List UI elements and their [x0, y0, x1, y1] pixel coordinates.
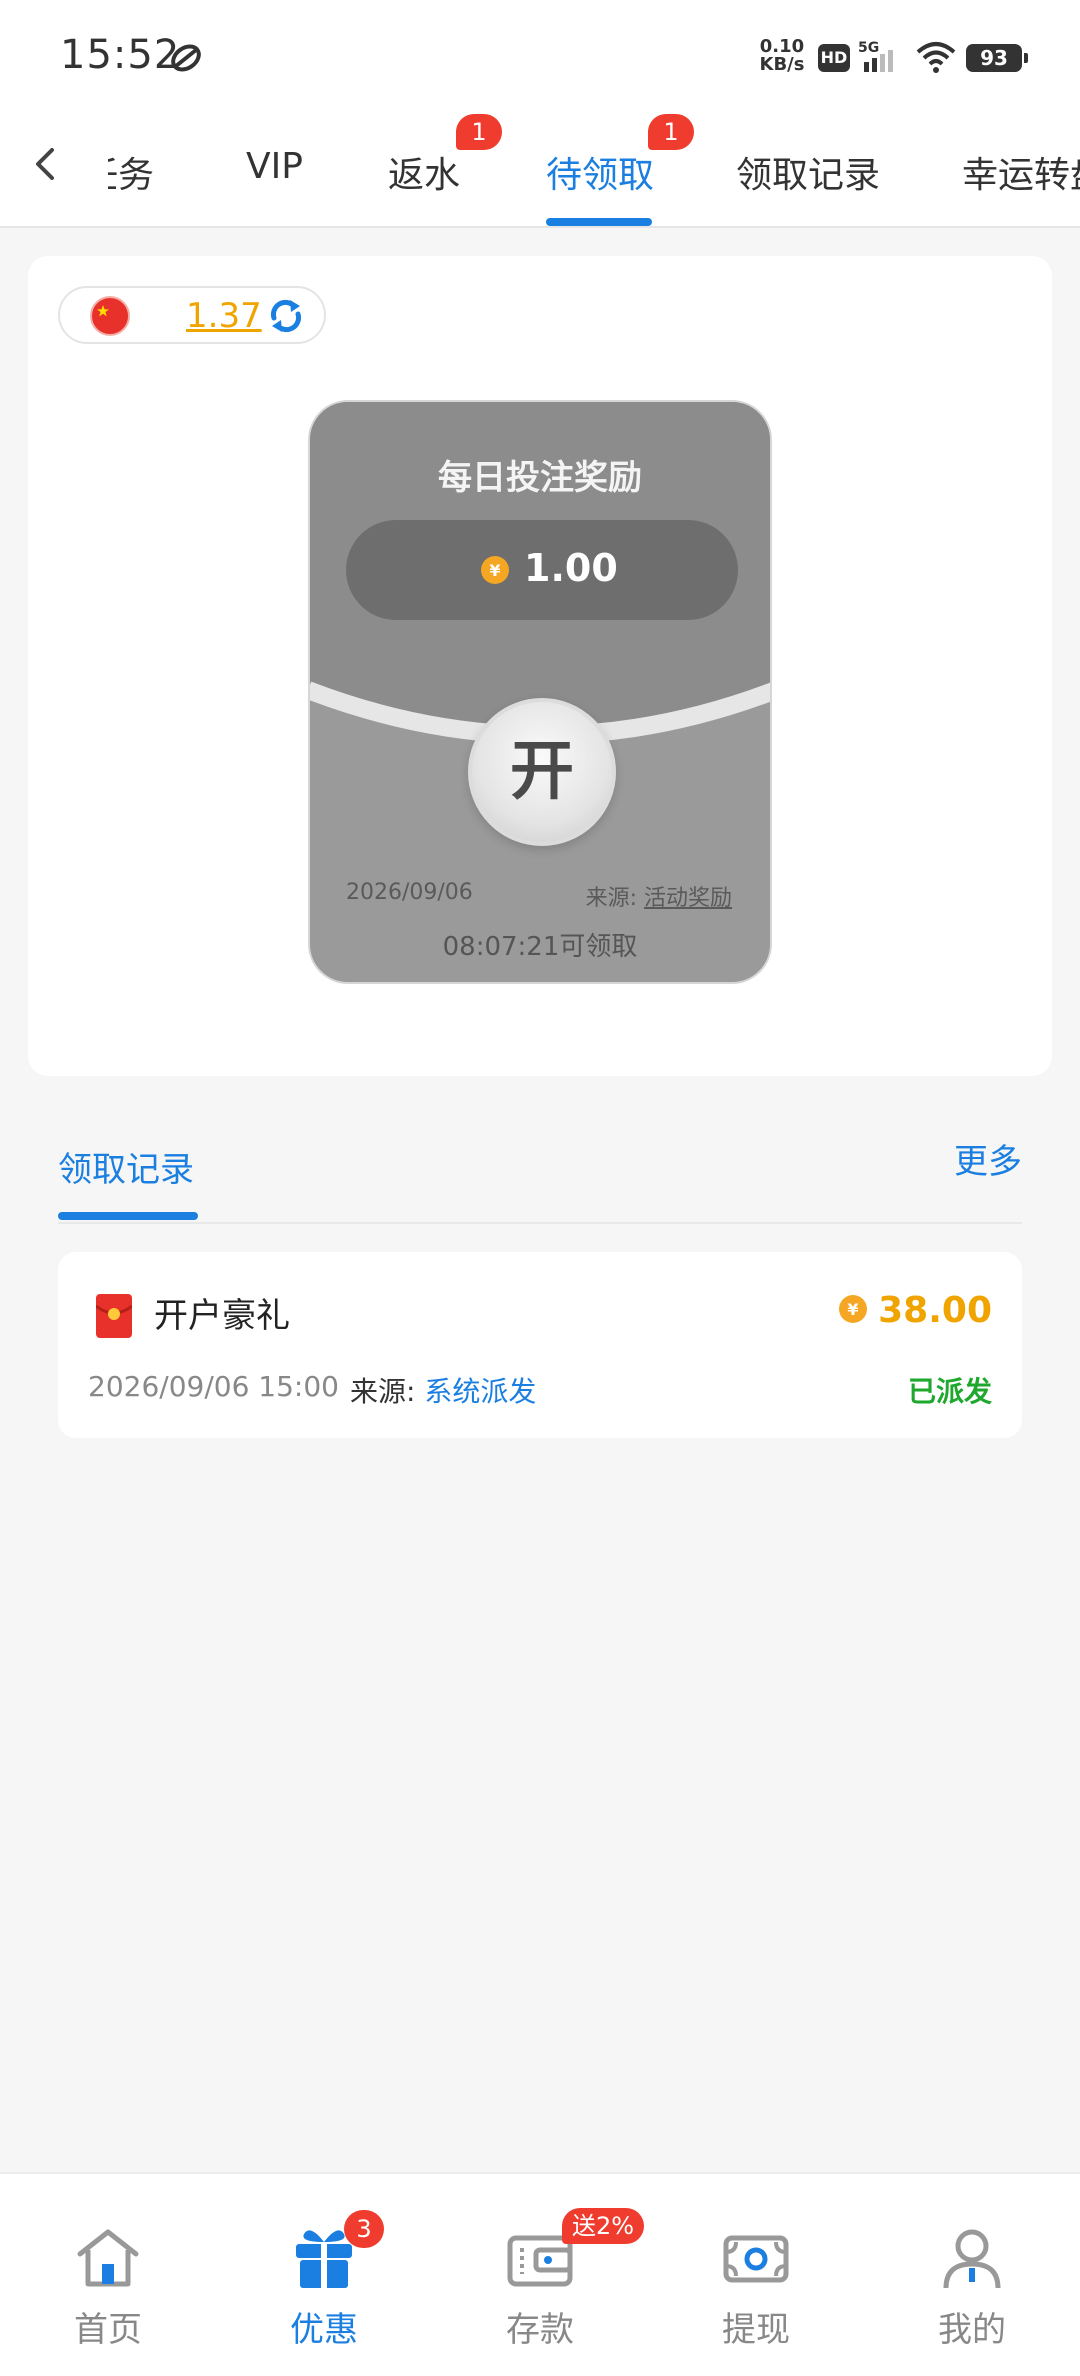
reward-card: 1.37 每日投注奖励 ¥ 1.00 开 2026/09/06 来源: 活动奖励 [28, 256, 1052, 1076]
tab-lucky-wheel[interactable]: 幸运转盘 [962, 146, 1080, 198]
record-time: 2026/09/06 15:00 [88, 1370, 339, 1403]
envelope-source: 来源: 活动奖励 [586, 880, 732, 912]
home-icon [77, 2229, 139, 2287]
nav-offers-badge: 3 [344, 2210, 384, 2248]
nav-withdraw-label: 提现 [722, 2310, 790, 2350]
svg-text:¥: ¥ [848, 1300, 859, 1319]
envelope-amount: 1.00 [524, 546, 618, 590]
nav-profile-label: 我的 [938, 2310, 1006, 2350]
nav-home-label: 首页 [74, 2310, 142, 2350]
tab-records[interactable]: 领取记录 [736, 146, 880, 198]
hd-icon: HD [818, 44, 850, 72]
red-envelope[interactable]: 每日投注奖励 ¥ 1.00 开 2026/09/06 来源: 活动奖励 08:0… [308, 400, 772, 984]
open-envelope-button[interactable]: 开 [468, 698, 616, 846]
balance-pill[interactable]: 1.37 [58, 286, 326, 344]
nav-offers-label: 优惠 [290, 2310, 358, 2350]
status-time: 15:52 [60, 32, 181, 78]
record-source-value: 系统派发 [424, 1375, 537, 1408]
records-title-indicator [58, 1212, 198, 1220]
records-header: 领取记录 更多 [58, 1120, 1022, 1224]
china-flag-icon [90, 296, 130, 336]
balance-value: 1.37 [186, 296, 262, 336]
records-more-link[interactable]: 更多 [954, 1134, 1022, 1183]
status-bar: 15:52 0.10 KB/s HD 5G 93 [0, 0, 1080, 110]
record-source-label: 来源: [350, 1375, 416, 1408]
refresh-icon[interactable] [264, 294, 308, 338]
tab-tasks[interactable]: 任务 [108, 146, 154, 198]
envelope-source-label: 来源: [585, 886, 637, 911]
record-source: 来源: 系统派发 [350, 1370, 536, 1410]
record-status: 已派发 [907, 1375, 992, 1408]
user-icon [943, 2229, 1001, 2289]
back-icon[interactable] [26, 140, 66, 190]
tab-rebate-badge: 1 [456, 114, 502, 150]
cash-icon [723, 2235, 789, 2283]
nav-withdraw[interactable]: 提现 [676, 2224, 836, 2354]
envelope-date: 2026/09/06 [346, 880, 473, 905]
records-title[interactable]: 领取记录 [58, 1142, 194, 1191]
coin-icon: ¥ [839, 1295, 868, 1323]
tab-active-indicator [546, 218, 652, 226]
nav-offers[interactable]: 3 优惠 [244, 2210, 404, 2354]
envelope-countdown: 08:07:21可领取 [442, 932, 638, 962]
category-tabs: 任务 VIP 返水 1 待领取 1 领取记录 幸运转盘 [0, 110, 1080, 228]
svg-text:5G: 5G [858, 40, 879, 56]
envelope-source-link[interactable]: 活动奖励 [644, 886, 732, 911]
svg-text:¥: ¥ [489, 561, 500, 580]
list-item[interactable]: 开户豪礼 ¥ 38.00 2026/09/06 15:00 来源: 系统派发 已… [58, 1252, 1022, 1438]
nav-deposit[interactable]: 送2% 存款 [460, 2208, 645, 2354]
red-packet-icon [96, 1294, 132, 1338]
net-speed-unit: KB/s [759, 54, 805, 75]
bottom-nav: 首页 3 优惠 送2% 存款 提现 我的 [0, 2172, 1080, 2376]
tab-rebate[interactable]: 返水 [388, 146, 460, 198]
sync-icon [171, 44, 201, 72]
nav-profile[interactable]: 我的 [892, 2224, 1052, 2354]
coin-icon: ¥ [481, 556, 509, 584]
nav-home[interactable]: 首页 [28, 2224, 188, 2354]
tab-pending-badge: 1 [648, 114, 694, 150]
record-amount-wrap: ¥ 38.00 [838, 1290, 992, 1331]
tab-pending[interactable]: 待领取 [546, 146, 654, 198]
signal-5g-icon: 5G [858, 40, 893, 72]
net-speed: 0.10 KB/s [758, 38, 806, 74]
nav-deposit-promo: 送2% [562, 2208, 645, 2244]
battery-icon: 93 [966, 44, 1028, 72]
wifi-icon [916, 42, 956, 73]
nav-deposit-label: 存款 [506, 2310, 574, 2350]
envelope-amount-pill: ¥ 1.00 [346, 520, 738, 620]
record-name: 开户豪礼 [154, 1296, 290, 1336]
record-amount: 38.00 [878, 1290, 992, 1331]
envelope-title: 每日投注奖励 [438, 458, 642, 498]
tab-vip[interactable]: VIP [246, 146, 303, 187]
